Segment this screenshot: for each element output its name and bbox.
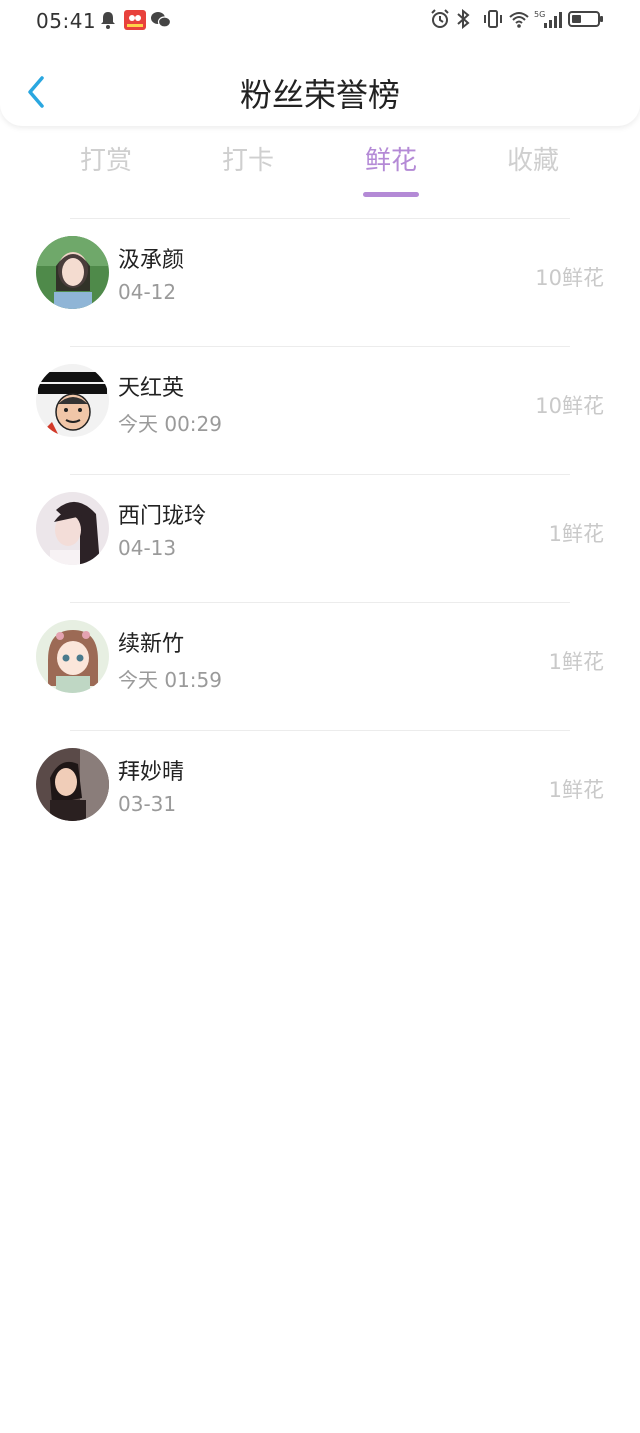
status-bar: 05:41 5G — [0, 0, 640, 44]
avatar — [36, 748, 109, 821]
tab-flowers[interactable]: 鲜花 — [321, 140, 461, 177]
signal-icon: 5G — [534, 9, 562, 29]
avatar — [36, 492, 109, 565]
battery-icon — [568, 9, 604, 29]
fan-name: 拜妙晴 — [118, 760, 185, 785]
list-item[interactable]: 汲承颜 04-12 10鲜花 — [0, 218, 640, 346]
list-item[interactable]: 续新竹 今天 01:59 1鲜花 — [0, 602, 640, 730]
vibrate-icon — [482, 9, 502, 29]
bell-icon — [98, 10, 118, 30]
fan-name: 天红英 — [118, 376, 185, 401]
fan-amount: 1鲜花 — [548, 778, 604, 802]
fan-ranking-list: 汲承颜 04-12 10鲜花 天红英 今天 00:29 10鲜花 西门珑玲 04… — [0, 218, 640, 858]
tab-checkin[interactable]: 打卡 — [178, 140, 318, 177]
fan-amount: 1鲜花 — [548, 650, 604, 674]
list-item[interactable]: 拜妙晴 03-31 1鲜花 — [0, 730, 640, 858]
fan-time: 03-31 — [118, 792, 177, 816]
fan-time: 今天 01:59 — [118, 668, 222, 692]
page-title: 粉丝荣誉榜 — [239, 76, 400, 114]
app-notification-icon — [124, 10, 146, 30]
fan-time: 04-13 — [118, 536, 177, 560]
fan-time: 04-12 — [118, 280, 177, 304]
active-tab-indicator — [363, 192, 419, 197]
fan-name: 西门珑玲 — [118, 504, 207, 529]
fan-amount: 1鲜花 — [548, 522, 604, 546]
header-card: 05:41 5G 粉丝荣誉榜 — [0, 0, 640, 126]
fan-amount: 10鲜花 — [535, 266, 604, 290]
tab-collection[interactable]: 收藏 — [463, 140, 603, 177]
fan-amount: 10鲜花 — [535, 394, 604, 418]
ranking-tabs: 打赏 打卡 鲜花 收藏 — [0, 140, 640, 200]
wifi-icon — [508, 9, 529, 29]
list-item[interactable]: 西门珑玲 04-13 1鲜花 — [0, 474, 640, 602]
avatar — [36, 364, 109, 437]
list-item[interactable]: 天红英 今天 00:29 10鲜花 — [0, 346, 640, 474]
alarm-icon — [430, 9, 450, 29]
bluetooth-icon — [456, 8, 476, 30]
avatar — [36, 236, 109, 309]
status-time: 05:41 — [36, 9, 97, 33]
status-left-icons — [98, 10, 172, 30]
wechat-icon — [150, 10, 172, 30]
tab-tip[interactable]: 打赏 — [36, 140, 176, 177]
fan-name: 续新竹 — [118, 632, 185, 657]
fan-time: 今天 00:29 — [118, 412, 222, 436]
avatar — [36, 620, 109, 693]
network-label: 5G — [534, 10, 545, 19]
status-right-icons: 5G — [430, 8, 604, 30]
fan-name: 汲承颜 — [118, 248, 185, 273]
